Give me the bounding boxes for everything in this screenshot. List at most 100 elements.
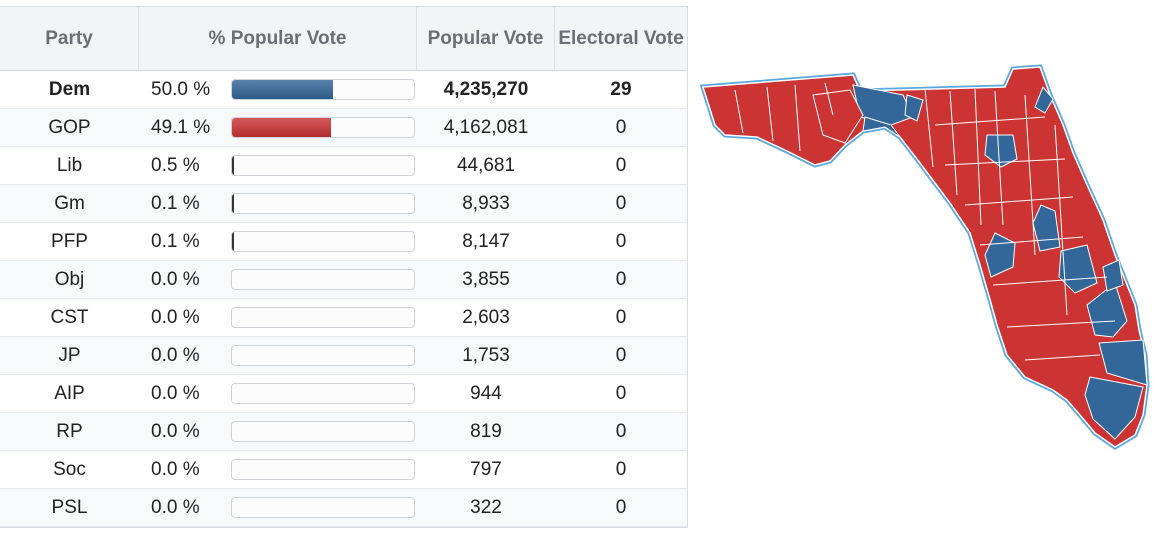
percent-cell: 49.1 % — [139, 109, 417, 146]
party-name-cell: GOP — [48, 116, 91, 138]
electoral-vote-cell: 0 — [615, 496, 627, 518]
vote-share-bar-track — [231, 307, 415, 328]
popular-vote-cell: 944 — [470, 382, 502, 404]
percent-cell: 0.0 % — [139, 489, 417, 526]
state-county-map — [695, 55, 1167, 460]
percent-cell: 0.0 % — [139, 299, 417, 336]
vote-share-bar — [232, 118, 332, 137]
vote-share-bar-track — [231, 79, 415, 100]
county-regions — [699, 64, 1150, 450]
table-row: CST 0.0 % 2,603 0 — [0, 299, 687, 337]
popular-vote-cell: 322 — [470, 496, 502, 518]
party-name-cell: PFP — [51, 230, 88, 252]
percent-label: 0.1 % — [151, 230, 200, 252]
percent-label: 0.0 % — [151, 458, 200, 480]
vote-share-bar — [232, 156, 234, 175]
table-row: GOP 49.1 % 4,162,081 0 — [0, 109, 687, 147]
electoral-vote-cell: 0 — [615, 116, 627, 138]
percent-label: 49.1 % — [151, 116, 211, 138]
popular-vote-cell: 2,603 — [462, 306, 510, 328]
table-row: RP 0.0 % 819 0 — [0, 413, 687, 451]
vote-share-bar-track — [231, 269, 415, 290]
vote-share-bar-track — [231, 231, 415, 252]
party-name-cell: Obj — [54, 268, 85, 290]
florida-county-map — [699, 64, 1150, 450]
table-header: Party % Popular Vote Popular Vote Electo… — [0, 7, 687, 71]
percent-label: 0.0 % — [151, 382, 200, 404]
party-name-cell: Lib — [56, 154, 83, 176]
results-table: Party % Popular Vote Popular Vote Electo… — [0, 6, 688, 528]
electoral-vote-cell: 0 — [615, 192, 627, 214]
popular-vote-cell: 4,162,081 — [443, 116, 529, 138]
party-name-cell: PSL — [51, 496, 88, 518]
popular-vote-cell: 4,235,270 — [443, 78, 529, 100]
percent-label: 0.0 % — [151, 496, 200, 518]
popular-vote-cell: 8,933 — [462, 192, 510, 214]
vote-share-bar-track — [231, 421, 415, 442]
electoral-vote-cell: 0 — [615, 344, 627, 366]
vote-share-bar — [232, 194, 234, 213]
popular-vote-cell: 44,681 — [456, 154, 516, 176]
percent-cell: 0.1 % — [139, 185, 417, 222]
vote-share-bar-track — [231, 459, 415, 480]
electoral-vote-cell: 0 — [615, 306, 627, 328]
electoral-vote-cell: 0 — [615, 230, 627, 252]
electoral-vote-cell: 0 — [615, 268, 627, 290]
percent-label: 0.0 % — [151, 420, 200, 442]
percent-cell: 0.0 % — [139, 375, 417, 412]
vote-share-bar — [232, 232, 234, 251]
table-row: JP 0.0 % 1,753 0 — [0, 337, 687, 375]
electoral-vote-cell: 0 — [615, 420, 627, 442]
percent-cell: 0.0 % — [139, 337, 417, 374]
party-name-cell: Gm — [54, 192, 85, 214]
percent-label: 0.5 % — [151, 154, 200, 176]
table-row: Soc 0.0 % 797 0 — [0, 451, 687, 489]
electoral-vote-cell: 29 — [610, 78, 632, 100]
party-name-cell: JP — [58, 344, 81, 366]
popular-vote-cell: 3,855 — [462, 268, 510, 290]
percent-cell: 0.0 % — [139, 451, 417, 488]
table-row: PSL 0.0 % 322 0 — [0, 489, 687, 527]
table-row: Lib 0.5 % 44,681 0 — [0, 147, 687, 185]
table-row: PFP 0.1 % 8,147 0 — [0, 223, 687, 261]
vote-share-bar-track — [231, 383, 415, 404]
electoral-vote-cell: 0 — [615, 382, 627, 404]
electoral-vote-cell: 0 — [615, 458, 627, 480]
party-name-cell: Dem — [48, 78, 91, 100]
percent-label: 0.1 % — [151, 192, 200, 214]
percent-label: 0.0 % — [151, 306, 200, 328]
header-electoral-vote[interactable]: Electoral Vote — [555, 7, 687, 70]
vote-share-bar-track — [231, 193, 415, 214]
table-body: Dem 50.0 % 4,235,270 29 GOP 49.1 % 4,162,081 0 L… — [0, 71, 687, 527]
table-row: Gm 0.1 % 8,933 0 — [0, 185, 687, 223]
results-view: Party % Popular Vote Popular Vote Electo… — [0, 0, 1167, 540]
percent-cell: 0.0 % — [139, 413, 417, 450]
table-row: Dem 50.0 % 4,235,270 29 — [0, 71, 687, 109]
party-name-cell: Soc — [53, 458, 86, 480]
party-name-cell: RP — [56, 420, 83, 442]
vote-share-bar-track — [231, 117, 415, 138]
header-percent-popular-vote[interactable]: % Popular Vote — [139, 7, 417, 70]
percent-label: 0.0 % — [151, 268, 200, 290]
vote-share-bar — [232, 80, 334, 99]
popular-vote-cell: 1,753 — [462, 344, 510, 366]
percent-label: 0.0 % — [151, 344, 200, 366]
popular-vote-cell: 797 — [470, 458, 502, 480]
percent-cell: 50.0 % — [139, 71, 417, 108]
percent-cell: 0.5 % — [139, 147, 417, 184]
electoral-vote-cell: 0 — [615, 154, 627, 176]
header-party[interactable]: Party — [0, 7, 139, 70]
vote-share-bar-track — [231, 155, 415, 176]
popular-vote-cell: 819 — [470, 420, 502, 442]
popular-vote-cell: 8,147 — [462, 230, 510, 252]
vote-share-bar-track — [231, 345, 415, 366]
vote-share-bar-track — [231, 497, 415, 518]
table-row: Obj 0.0 % 3,855 0 — [0, 261, 687, 299]
percent-cell: 0.0 % — [139, 261, 417, 298]
party-name-cell: CST — [50, 306, 89, 328]
percent-label: 50.0 % — [151, 78, 211, 100]
percent-cell: 0.1 % — [139, 223, 417, 260]
table-row: AIP 0.0 % 944 0 — [0, 375, 687, 413]
party-name-cell: AIP — [54, 382, 85, 404]
header-popular-vote[interactable]: Popular Vote — [417, 7, 555, 70]
